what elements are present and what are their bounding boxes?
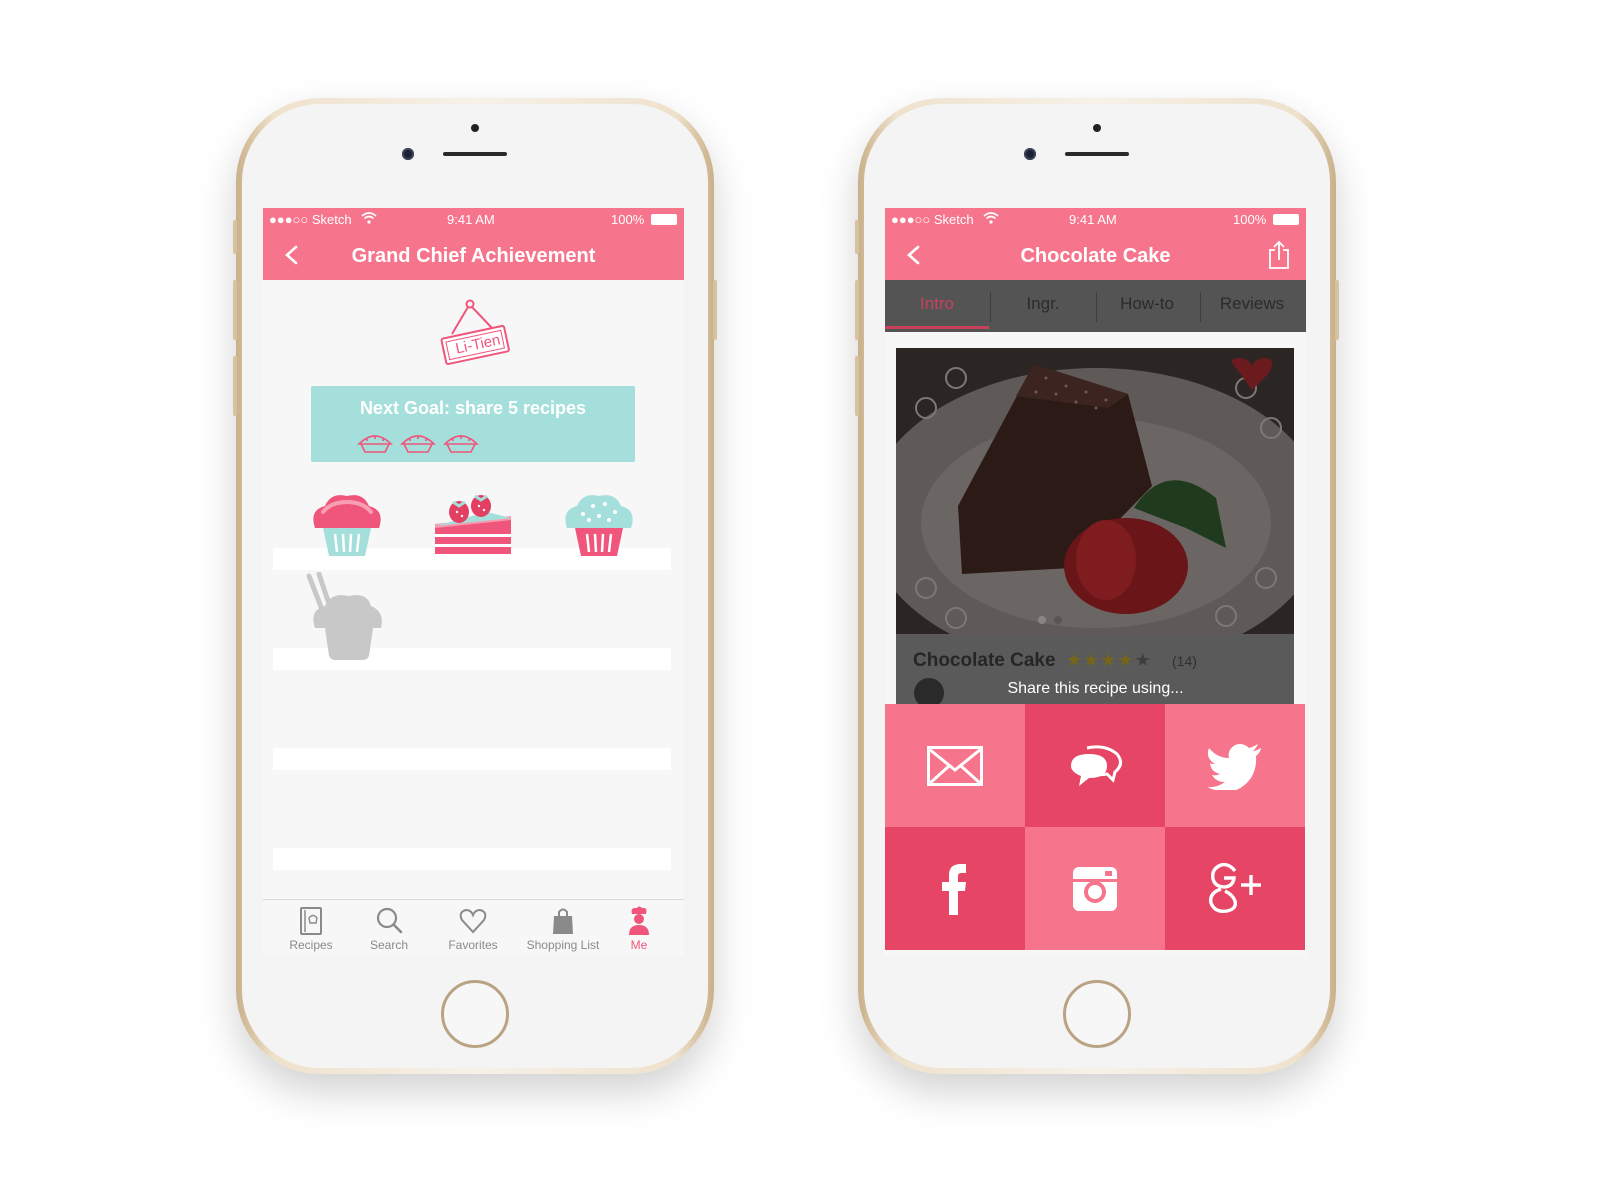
pie-icon xyxy=(443,435,479,453)
goal-text: Next Goal: share 5 recipes xyxy=(359,398,587,418)
next-goal-card: Next Goal: share 5 recipes xyxy=(311,386,635,462)
shelf-row xyxy=(273,848,671,870)
tab-recipes[interactable]: Recipes xyxy=(269,900,353,956)
clock-label: 9:41 AM xyxy=(1069,212,1117,227)
recipe-photo[interactable] xyxy=(896,348,1294,634)
pink-cupcake-icon[interactable] xyxy=(307,490,387,562)
tab-label: Favorites xyxy=(448,938,498,952)
carrier-label: ●●●○○ Sketch xyxy=(269,212,352,227)
volume-up-button xyxy=(233,280,237,340)
share-facebook-button[interactable] xyxy=(885,827,1025,950)
share-mail-button[interactable] xyxy=(885,704,1025,827)
tab-how-to[interactable]: How-to xyxy=(1095,280,1199,328)
shelf-row xyxy=(273,748,671,770)
review-count: (14) xyxy=(1172,653,1197,669)
speaker-grille xyxy=(1065,152,1129,156)
tab-favorites[interactable]: Favorites xyxy=(431,900,515,956)
tab-reviews[interactable]: Reviews xyxy=(1200,280,1304,328)
recipe-book-icon xyxy=(300,907,322,935)
star-icon: ★ xyxy=(1134,650,1152,670)
star-icon: ★ xyxy=(1117,650,1135,670)
recipe-name: Chocolate Cake xyxy=(913,650,1056,671)
mail-icon xyxy=(927,746,983,786)
page-title: Grand Chief Achievement xyxy=(351,245,596,267)
nav-bar: Grand Chief Achievement xyxy=(263,230,684,280)
star-icon: ★ xyxy=(1083,650,1101,670)
share-twitter-button[interactable] xyxy=(1165,704,1305,827)
strawberry-cake-icon[interactable] xyxy=(431,490,515,560)
front-camera xyxy=(1024,148,1036,160)
proximity-sensor xyxy=(471,124,479,132)
tab-label: Recipes xyxy=(289,938,333,952)
tab-search[interactable]: Search xyxy=(347,900,431,956)
tab-ingredients[interactable]: Ingr. xyxy=(991,280,1095,328)
locked-cupcake-icon[interactable] xyxy=(303,572,389,662)
heart-icon xyxy=(459,908,487,934)
page-title: Chocolate Cake xyxy=(1020,245,1171,267)
battery-icon xyxy=(651,214,677,225)
pie-icon xyxy=(400,435,436,453)
battery-label: 100% xyxy=(1233,212,1267,227)
chocolate-cake-image xyxy=(896,348,1294,634)
pie-icon xyxy=(357,435,393,453)
power-button xyxy=(1335,280,1339,340)
status-bar: ●●●○○ Sketch 9:41 AM 100% xyxy=(263,208,684,230)
share-icon[interactable] xyxy=(1268,240,1290,270)
home-button[interactable] xyxy=(441,980,509,1048)
mute-switch xyxy=(233,220,237,254)
shopping-bag-icon xyxy=(553,908,573,934)
right-screen: ●●●○○ Sketch 9:41 AM 100% Chocolate Cake… xyxy=(885,208,1306,956)
chat-icon xyxy=(1071,745,1122,786)
instagram-icon xyxy=(1073,867,1117,911)
tab-label: Search xyxy=(369,938,409,952)
goal-progress xyxy=(357,430,597,461)
front-camera xyxy=(402,148,414,160)
mint-cupcake-icon[interactable] xyxy=(559,490,639,562)
star-icon: ★ xyxy=(1066,650,1084,670)
carrier-label: ●●●○○ Sketch xyxy=(891,212,974,227)
volume-up-button xyxy=(855,280,859,340)
clock-label: 9:41 AM xyxy=(447,212,495,227)
search-icon xyxy=(376,907,403,934)
share-google-plus-button[interactable] xyxy=(1165,827,1305,950)
chef-icon xyxy=(629,906,649,935)
nav-bar: Chocolate Cake xyxy=(885,230,1306,280)
mute-switch xyxy=(855,220,859,254)
facebook-icon xyxy=(942,864,966,915)
rating-stars: ★★★★★ xyxy=(1066,650,1152,671)
proximity-sensor xyxy=(1093,124,1101,132)
volume-down-button xyxy=(233,356,237,416)
tab-label: Shopping List xyxy=(526,938,600,952)
tab-me[interactable]: Me xyxy=(597,900,681,956)
tab-bar: Recipes Search Favorites Shopping List M… xyxy=(263,899,684,956)
speaker-grille xyxy=(443,152,507,156)
power-button xyxy=(713,280,717,340)
right-phone: ●●●○○ Sketch 9:41 AM 100% Chocolate Cake… xyxy=(855,98,1339,1074)
left-screen: ●●●○○ Sketch 9:41 AM 100% Grand Chief Ac… xyxy=(263,208,684,956)
segment-control: Intro Ingr. How-to Reviews xyxy=(885,280,1306,332)
status-bar: ●●●○○ Sketch 9:41 AM 100% xyxy=(885,208,1306,230)
google-plus-icon xyxy=(1209,862,1261,914)
share-grid xyxy=(885,704,1306,950)
battery-icon xyxy=(1273,214,1299,225)
wifi-icon xyxy=(361,211,377,227)
recipe-card[interactable]: Chocolate Cake ★★★★★ (14) xyxy=(896,634,1294,714)
volume-down-button xyxy=(855,356,859,416)
selected-tab-indicator xyxy=(885,326,989,329)
share-prompt: Share this recipe using... xyxy=(1007,680,1184,697)
twitter-icon xyxy=(1207,744,1261,790)
star-icon: ★ xyxy=(1100,650,1118,670)
left-phone: ●●●○○ Sketch 9:41 AM 100% Grand Chief Ac… xyxy=(233,98,717,1074)
share-instagram-button[interactable] xyxy=(1025,827,1165,950)
wifi-icon xyxy=(983,211,999,227)
battery-label: 100% xyxy=(611,212,645,227)
home-button[interactable] xyxy=(1063,980,1131,1048)
level-sign-icon: Li-Tien xyxy=(435,298,515,383)
tab-shopping-list[interactable]: Shopping List xyxy=(517,900,609,956)
tab-intro[interactable]: Intro xyxy=(885,280,989,328)
share-message-button[interactable] xyxy=(1025,704,1165,827)
tab-label: Me xyxy=(630,938,648,952)
